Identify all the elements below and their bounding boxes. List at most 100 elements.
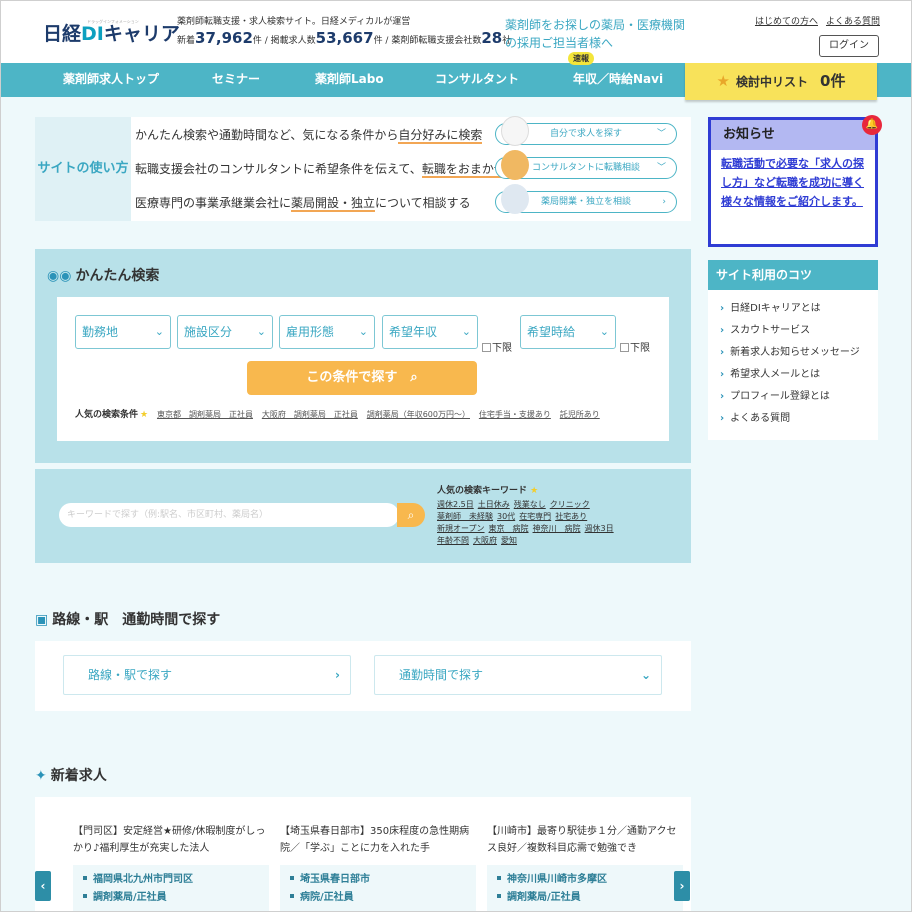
tips-link[interactable]: › 日経DIキャリアとは [720,298,878,320]
usage-row: かんたん検索や通勤時間など、気になる条件から自分好みに検索 自分で求人を探す ﹀ [135,116,691,149]
keyword-link[interactable]: クリニック [550,500,590,509]
annual-lower-checkbox[interactable]: 下限 [482,339,512,354]
popular-link[interactable]: 託児所あり [560,410,600,419]
usage-text: 医療専門の事業承継業会社に薬局開設・独立について相談する [135,196,471,212]
chevron-right-icon: › [335,668,340,682]
employment-select[interactable]: 雇用形態 ⌄ [279,315,375,349]
new-label: 新着 [177,36,196,46]
job-card[interactable]: 【川崎市】最寄り駅徒歩１分／通勤アクセス良好／複数科目応需で勉強でき 神奈川県川… [487,823,683,911]
nav-salary[interactable]: 年収／時給Navi [573,63,663,97]
keyword-link[interactable]: 神奈川 病院 [533,524,581,533]
popular-link[interactable]: 調剤薬局（年収600万円～） [367,410,470,419]
popular-link[interactable]: 住宅手当・支援あり [479,410,551,419]
tips-link[interactable]: › よくある質問 [720,408,878,430]
chevron-down-icon: ⌄ [461,325,471,338]
carousel-prev-button[interactable]: ‹ [35,871,51,901]
btn-label: コンサルタントに転職相談 [531,163,640,173]
nav-labo[interactable]: 薬剤師Labo [315,63,384,97]
job-card[interactable]: 【門司区】安定経営★研修/休暇制度がしっかり♪福利厚生が充実した法人 福岡県北九… [73,823,269,911]
search-icon[interactable]: ⌕ [397,503,425,527]
keyword-link[interactable]: 残業なし [514,500,546,509]
keyword-link[interactable]: 週休3日 [585,524,614,533]
popular-link[interactable]: 東京都 調剤薬局 正社員 [157,410,253,419]
usage-row: 医療専門の事業承継業会社に薬局開設・独立について相談する 薬局開業・独立を相談 › [135,184,691,217]
consider-list-count: 0件 [820,72,846,90]
popular-link[interactable]: 大阪府 調剤薬局 正社員 [262,410,358,419]
keyword-link[interactable]: 30代 [497,512,515,521]
company-count: 28 [481,29,503,47]
employer-link[interactable]: 薬剤師をお探しの薬局・医療機関の採用ご担当者様へ [505,16,685,52]
location-select[interactable]: 勤務地 ⌄ [75,315,171,349]
logo-sub: ドラッグインフォメーション [87,19,139,24]
logo-tail: キャリア [103,23,180,45]
page: 日経DIキャリア ドラッグインフォメーション 薬剤師転職支援・求人検索サイト。日… [0,0,912,912]
tips-title: サイト利用のコツ [708,260,878,290]
keyword-search: キーワードで探す（例:駅名、市区町村、薬局名） ⌕ 人気の検索キーワード ★ 週… [35,469,691,563]
station-search-button[interactable]: 路線・駅で探す › [63,655,351,695]
chevron-down-icon: ﹀ [656,129,666,139]
train-icon: ▣ [35,612,49,628]
keyword-link[interactable]: 土日休み [478,500,510,509]
condition-search-button[interactable]: この条件で探す ⌕ [247,361,477,395]
keyword-link[interactable]: 新規オープン [437,524,485,533]
notice-box: お知らせ 転職活動で必要な「求人の探し方」など転職を成功に導く様々な情報をご紹介… [708,117,878,247]
nav-seminar[interactable]: セミナー [212,63,260,97]
route-panel: 路線・駅で探す › 通勤時間で探す ⌄ [35,641,691,711]
keyword-link[interactable]: 東京 病院 [489,524,529,533]
keyword-link[interactable]: 週休2.5日 [437,500,474,509]
popular-conditions: 人気の検索条件 ★ 東京都 調剤薬局 正社員 大阪府 調剤薬局 正社員 調剤薬局（… [75,407,600,420]
dog-mascot-icon [501,150,529,180]
commute-search-button[interactable]: 通勤時間で探す ⌄ [374,655,662,695]
usage-text: かんたん検索や通勤時間など、気になる条件から自分好みに検索 [135,128,483,144]
keyword-link[interactable]: 大阪府 [473,536,497,545]
usage-text: 転職支援会社のコンサルタントに希望条件を伝えて、転職をおまかせ [135,162,506,178]
btn-label: 薬局開業・独立を相談 [540,197,631,207]
first-time-link[interactable]: はじめての方へ [755,17,818,27]
quick-search-panel: 勤務地 ⌄ 施設区分 ⌄ 雇用形態 ⌄ 希望年収 ⌄ 下限 希望時給 ⌄ 下限 この条件で… [57,297,669,441]
keyword-link[interactable]: 社宅あり [555,512,587,521]
tips-link[interactable]: › スカウトサービス [720,320,878,342]
job-title: 【川崎市】最寄り駅徒歩１分／通勤アクセス良好／複数科目応需で勉強でき [487,826,677,854]
keyword-link[interactable]: 在宅専門 [519,512,551,521]
chevron-down-icon: ⌄ [154,325,164,338]
facility-select[interactable]: 施設区分 ⌄ [177,315,273,349]
binoculars-icon: ◉◉ [47,268,72,284]
tips-link[interactable]: › 新着求人お知らせメッセージ [720,342,878,364]
tips-link[interactable]: › 希望求人メールとは [720,364,878,386]
popular-keywords-title: 人気の検索キーワード ★ [437,486,539,496]
notice-link[interactable]: 転職活動で必要な「求人の探し方」など転職を成功に導く様々な情報をご紹介します。 [711,150,875,215]
chevron-right-icon: › [720,413,725,424]
chevron-down-icon: ⌄ [599,325,609,338]
keyword-link[interactable]: 愛知 [501,536,517,545]
keyword-input[interactable]: キーワードで探す（例:駅名、市区町村、薬局名） [59,503,399,527]
keyword-link[interactable]: 年齢不問 [437,536,469,545]
login-button[interactable]: ログイン [819,35,879,57]
consider-list-button[interactable]: ★ 検討中リスト 0件 [685,63,877,100]
tips-box: サイト利用のコツ › 日経DIキャリアとは › スカウトサービス › 新着求人お知らせ… [708,260,878,440]
site-header: 日経DIキャリア ドラッグインフォメーション 薬剤師転職支援・求人検索サイト。日… [1,1,911,63]
chevron-right-icon: › [720,369,725,380]
usage-row: 転職支援会社のコンサルタントに希望条件を伝えて、転職をおまかせ コンサルタントに… [135,150,691,183]
chevron-down-icon: ﹀ [656,163,666,173]
hourly-lower-checkbox[interactable]: 下限 [620,339,650,354]
top-links: はじめての方へ よくある質問 [747,14,880,27]
job-meta: 神奈川県川崎市多摩区 調剤薬局/正社員 [487,865,683,911]
nav-top[interactable]: 薬剤師求人トップ [63,63,159,97]
site-description: 薬剤師転職支援・求人検索サイト。日経メディカルが運営 [177,17,411,27]
nav-consultant[interactable]: コンサルタント [435,63,519,97]
new-count: 37,962 [195,29,253,47]
faq-link[interactable]: よくある質問 [826,17,880,27]
annual-salary-select[interactable]: 希望年収 ⌄ [382,315,478,349]
hourly-wage-select[interactable]: 希望時給 ⌄ [520,315,616,349]
tips-link[interactable]: › プロフィール登録とは [720,386,878,408]
logo-di: DI [81,23,104,45]
chevron-right-icon: › [662,197,666,207]
logo-text: 日経 [43,23,82,45]
site-stats: 新着37,962件 / 掲載求人数53,667件 / 薬剤師転職支援会社数28社 [177,29,511,47]
job-card[interactable]: 【埼玉県春日部市】350床程度の急性期病院／「学ぶ」ことに力を入れた手 埼玉県春… [280,823,476,911]
total-count: 53,667 [315,29,374,47]
job-place: 埼玉県春日部市 [300,874,370,885]
carousel-next-button[interactable]: › [674,871,690,901]
keyword-link[interactable]: 薬剤師 未経験 [437,512,493,521]
new-jobs-heading: ✦ 新着求人 [35,768,107,784]
